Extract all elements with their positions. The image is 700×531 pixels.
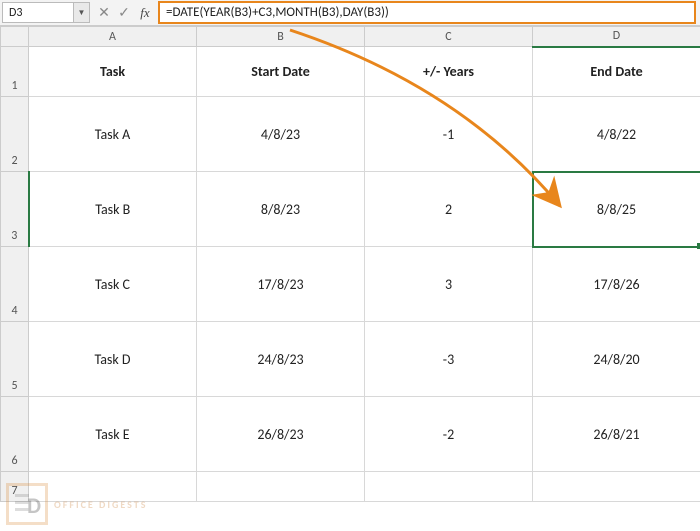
cell-D2[interactable]: 4/8/22 (533, 97, 700, 172)
watermark-logo-icon: D (6, 483, 48, 525)
row-1: 1 Task Start Date +/- Years End Date (1, 47, 700, 97)
cell-B6[interactable]: 26/8/23 (197, 397, 365, 472)
name-box-dropdown[interactable]: ▼ (74, 2, 90, 23)
col-header-B[interactable]: B (197, 27, 365, 47)
cell-D5[interactable]: 24/8/20 (533, 322, 700, 397)
row-header-2[interactable]: 2 (1, 97, 29, 172)
row-header-3[interactable]: 3 (1, 172, 29, 247)
row-2: 2 Task A 4/8/23 -1 4/8/22 (1, 97, 700, 172)
name-box[interactable]: D3 (2, 2, 74, 23)
cell-A1[interactable]: Task (29, 47, 197, 97)
cell-B2[interactable]: 4/8/23 (197, 97, 365, 172)
cell-A5[interactable]: Task D (29, 322, 197, 397)
formula-bar-row: D3 ▼ ✕ ✓ fx =DATE(YEAR(B3)+C3,MONTH(B3),… (0, 0, 700, 26)
cell-A3[interactable]: Task B (29, 172, 197, 247)
column-header-row: A B C D (1, 27, 700, 47)
cell-D3[interactable]: 8/8/25 (533, 172, 700, 247)
cell-C3[interactable]: 2 (365, 172, 533, 247)
formula-input[interactable]: =DATE(YEAR(B3)+C3,MONTH(B3),DAY(B3)) (158, 1, 696, 24)
col-header-D[interactable]: D (533, 27, 700, 47)
cell-D7[interactable] (533, 472, 700, 502)
cell-D3-value: 8/8/25 (597, 201, 636, 218)
cell-B4[interactable]: 17/8/23 (197, 247, 365, 322)
watermark: D OFFICE DIGESTS (6, 483, 147, 525)
cell-C6[interactable]: -2 (365, 397, 533, 472)
row-4: 4 Task C 17/8/23 3 17/8/26 (1, 247, 700, 322)
row-header-4[interactable]: 4 (1, 247, 29, 322)
row-5: 5 Task D 24/8/23 -3 24/8/20 (1, 322, 700, 397)
row-header-1[interactable]: 1 (1, 47, 29, 97)
fx-icon[interactable]: fx (134, 0, 156, 25)
watermark-text: OFFICE DIGESTS (54, 498, 147, 511)
cell-D1[interactable]: End Date (533, 47, 700, 97)
cell-A2[interactable]: Task A (29, 97, 197, 172)
col-header-A[interactable]: A (29, 27, 197, 47)
row-6: 6 Task E 26/8/23 -2 26/8/21 (1, 397, 700, 472)
cell-A6[interactable]: Task E (29, 397, 197, 472)
row-header-5[interactable]: 5 (1, 322, 29, 397)
cell-C7[interactable] (365, 472, 533, 502)
cell-B5[interactable]: 24/8/23 (197, 322, 365, 397)
cell-C5[interactable]: -3 (365, 322, 533, 397)
select-all-corner[interactable] (1, 27, 29, 47)
cell-C1[interactable]: +/- Years (365, 47, 533, 97)
cell-D6[interactable]: 26/8/21 (533, 397, 700, 472)
spreadsheet-grid: A B C D 1 Task Start Date +/- Years End … (0, 26, 700, 531)
cell-D4[interactable]: 17/8/26 (533, 247, 700, 322)
col-header-C[interactable]: C (365, 27, 533, 47)
row-header-6[interactable]: 6 (1, 397, 29, 472)
cell-A4[interactable]: Task C (29, 247, 197, 322)
cell-B1[interactable]: Start Date (197, 47, 365, 97)
cell-B7[interactable] (197, 472, 365, 502)
cell-B3[interactable]: 8/8/23 (197, 172, 365, 247)
enter-formula-icon[interactable]: ✓ (114, 0, 134, 25)
cancel-formula-icon[interactable]: ✕ (94, 0, 114, 25)
row-3: 3 Task B 8/8/23 2 8/8/25 (1, 172, 700, 247)
watermark-letter: D (27, 492, 41, 519)
cell-C2[interactable]: -1 (365, 97, 533, 172)
cell-C4[interactable]: 3 (365, 247, 533, 322)
